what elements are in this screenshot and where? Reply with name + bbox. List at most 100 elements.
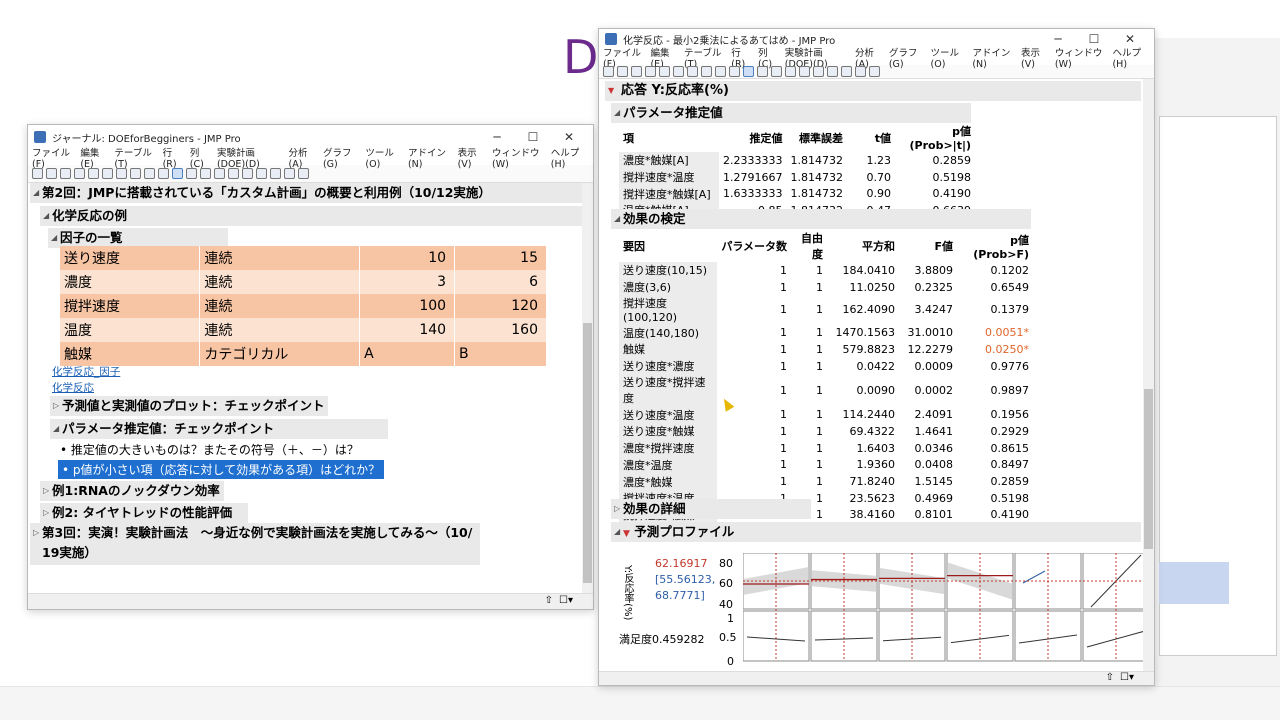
menu-tools[interactable]: ツール(O) [365, 145, 399, 170]
cut-icon[interactable] [88, 168, 99, 179]
plus-icon[interactable] [813, 66, 824, 77]
section-header[interactable]: ◢ 第2回：JMPに搭載されている「カスタム計画」の概要と利用例（10/12実施… [30, 183, 583, 203]
paste-icon[interactable] [116, 168, 127, 179]
scroll-thumb[interactable] [583, 323, 592, 583]
crosshair-icon[interactable] [200, 168, 211, 179]
menu-edit[interactable]: 編集(E) [80, 145, 105, 170]
disclosure-icon[interactable]: ◢ [614, 522, 620, 542]
menu-file[interactable]: ファイル(F) [32, 145, 71, 170]
scroll-thumb[interactable] [1144, 389, 1153, 549]
maximize-icon[interactable]: ☐ [515, 130, 551, 144]
disclosure-closed-icon[interactable]: ▷ [43, 481, 49, 501]
disclosure-icon[interactable]: ◢ [43, 206, 49, 226]
shape-icon[interactable] [284, 168, 295, 179]
script-icon[interactable] [701, 66, 712, 77]
menu-addins[interactable]: アドイン(N) [972, 45, 1012, 70]
jmp-scrollbar[interactable] [1143, 79, 1154, 673]
up-arrow-icon[interactable]: ⇧ [545, 595, 553, 606]
ellipse-icon[interactable] [298, 168, 309, 179]
save-icon[interactable] [74, 168, 85, 179]
disclosure-closed-icon[interactable]: ▷ [53, 396, 59, 416]
crosshair-icon[interactable] [771, 66, 782, 77]
disclosure-closed-icon[interactable]: ▷ [43, 503, 49, 523]
open-icon[interactable] [617, 66, 628, 77]
new-icon[interactable] [32, 168, 43, 179]
factors-header[interactable]: ◢ 因子の一覧 [48, 228, 228, 248]
disclosure-closed-icon[interactable]: ▷ [33, 523, 39, 543]
effect-header[interactable]: ◢ 効果の検定 [611, 209, 1031, 229]
cut-icon[interactable] [659, 66, 670, 77]
menu-tools[interactable]: ツール(O) [931, 45, 964, 70]
disclosure-icon[interactable]: ◢ [614, 209, 620, 229]
arrow-tool-icon[interactable] [172, 168, 183, 179]
folder-icon[interactable] [631, 66, 642, 77]
save-icon[interactable] [645, 66, 656, 77]
checkpoint1-header[interactable]: ▷ 予測値と実測値のプロット：チェックポイント [50, 396, 328, 416]
disclosure-icon[interactable]: ◢ [33, 183, 39, 203]
folder-icon[interactable] [60, 168, 71, 179]
hand-icon[interactable] [785, 66, 796, 77]
example2-header[interactable]: ▷ 例2: タイヤトレッドの性能評価 [40, 503, 248, 523]
menu-analyze[interactable]: 分析(A) [289, 145, 314, 170]
disclosure-closed-icon[interactable]: ▷ [614, 499, 620, 519]
example-header[interactable]: ◢ 化学反応の例 [40, 206, 583, 226]
link-chemical-reaction[interactable]: 化学反応 [52, 380, 94, 395]
section3-header[interactable]: ▷ 第3回：実演！実験計画法 ～身近な例で実験計画法を実施してみる～（10/ 1… [30, 523, 480, 565]
menu-help[interactable]: ヘルプ(H) [551, 145, 584, 170]
menu-view[interactable]: 表示(V) [458, 145, 483, 170]
red-triangle-icon[interactable]: ▼ [623, 529, 630, 539]
menu-view[interactable]: 表示(V) [1021, 45, 1046, 70]
plus-icon[interactable] [242, 168, 253, 179]
bullet-text-selected[interactable]: • p値が小さい項（応答に対して効果がある項）はどれか？ [58, 460, 385, 479]
checkpoint2-header[interactable]: ◢ パラメータ推定値：チェックポイント [50, 419, 388, 439]
help-tool-icon[interactable] [186, 168, 197, 179]
profiler-plot[interactable] [743, 553, 1143, 673]
menu-window[interactable]: ウィンドウ(W) [492, 145, 542, 170]
close-icon[interactable]: ✕ [551, 130, 587, 144]
menu-addins[interactable]: アドイン(N) [408, 145, 449, 170]
window-menu-icon[interactable]: ☐▾ [1120, 672, 1134, 683]
ellipse-icon[interactable] [869, 66, 880, 77]
line-icon[interactable] [256, 168, 267, 179]
response-header[interactable]: ▼ 応答 Y:反応率(%) [605, 81, 1141, 101]
menu-help[interactable]: ヘルプ(H) [1112, 45, 1145, 70]
disclosure-icon[interactable]: ◢ [614, 103, 620, 123]
open-icon[interactable] [46, 168, 57, 179]
search-icon[interactable] [715, 66, 726, 77]
copy-icon[interactable] [102, 168, 113, 179]
menu-cols[interactable]: 列(C) [190, 145, 208, 170]
minimize-icon[interactable]: ─ [479, 130, 515, 144]
line-icon[interactable] [827, 66, 838, 77]
menu-window[interactable]: ウィンドウ(W) [1055, 45, 1104, 70]
arrow-tool-icon[interactable] [743, 66, 754, 77]
zoom-icon[interactable] [228, 168, 239, 179]
shape-icon[interactable] [855, 66, 866, 77]
up-arrow-icon[interactable]: ⇧ [1106, 672, 1114, 683]
search-icon[interactable] [158, 168, 169, 179]
effect-detail-header[interactable]: ▷ 効果の詳細 [611, 499, 811, 519]
paste-icon[interactable] [687, 66, 698, 77]
menu-rows[interactable]: 行(R) [163, 145, 181, 170]
zoom-icon[interactable] [799, 66, 810, 77]
text-icon[interactable] [270, 168, 281, 179]
example1-header[interactable]: ▷ 例1:RNAのノックダウン効率 [40, 481, 224, 501]
help-tool-icon[interactable] [757, 66, 768, 77]
hand-icon[interactable] [214, 168, 225, 179]
link-factors[interactable]: 化学反応_因子 [52, 364, 120, 379]
text-icon[interactable] [841, 66, 852, 77]
disclosure-icon[interactable]: ◢ [53, 419, 59, 439]
red-triangle-icon[interactable]: ▼ [608, 81, 614, 101]
window-menu-icon[interactable]: ☐▾ [559, 595, 573, 606]
script-icon[interactable] [130, 168, 141, 179]
new-icon[interactable] [603, 66, 614, 77]
journal-scrollbar[interactable] [582, 183, 593, 593]
lock-icon[interactable] [144, 168, 155, 179]
menu-graph[interactable]: グラフ(G) [323, 145, 356, 170]
copy-icon[interactable] [673, 66, 684, 77]
menu-graph[interactable]: グラフ(G) [889, 45, 922, 70]
disclosure-icon[interactable]: ◢ [51, 228, 57, 248]
menu-table[interactable]: テーブル(T) [114, 145, 153, 170]
param-header[interactable]: ◢ パラメータ推定値 [611, 103, 971, 123]
profiler-header[interactable]: ◢ ▼ 予測プロファイル [611, 522, 1141, 542]
menu-doe[interactable]: 実験計画(DOE)(D) [217, 145, 280, 170]
